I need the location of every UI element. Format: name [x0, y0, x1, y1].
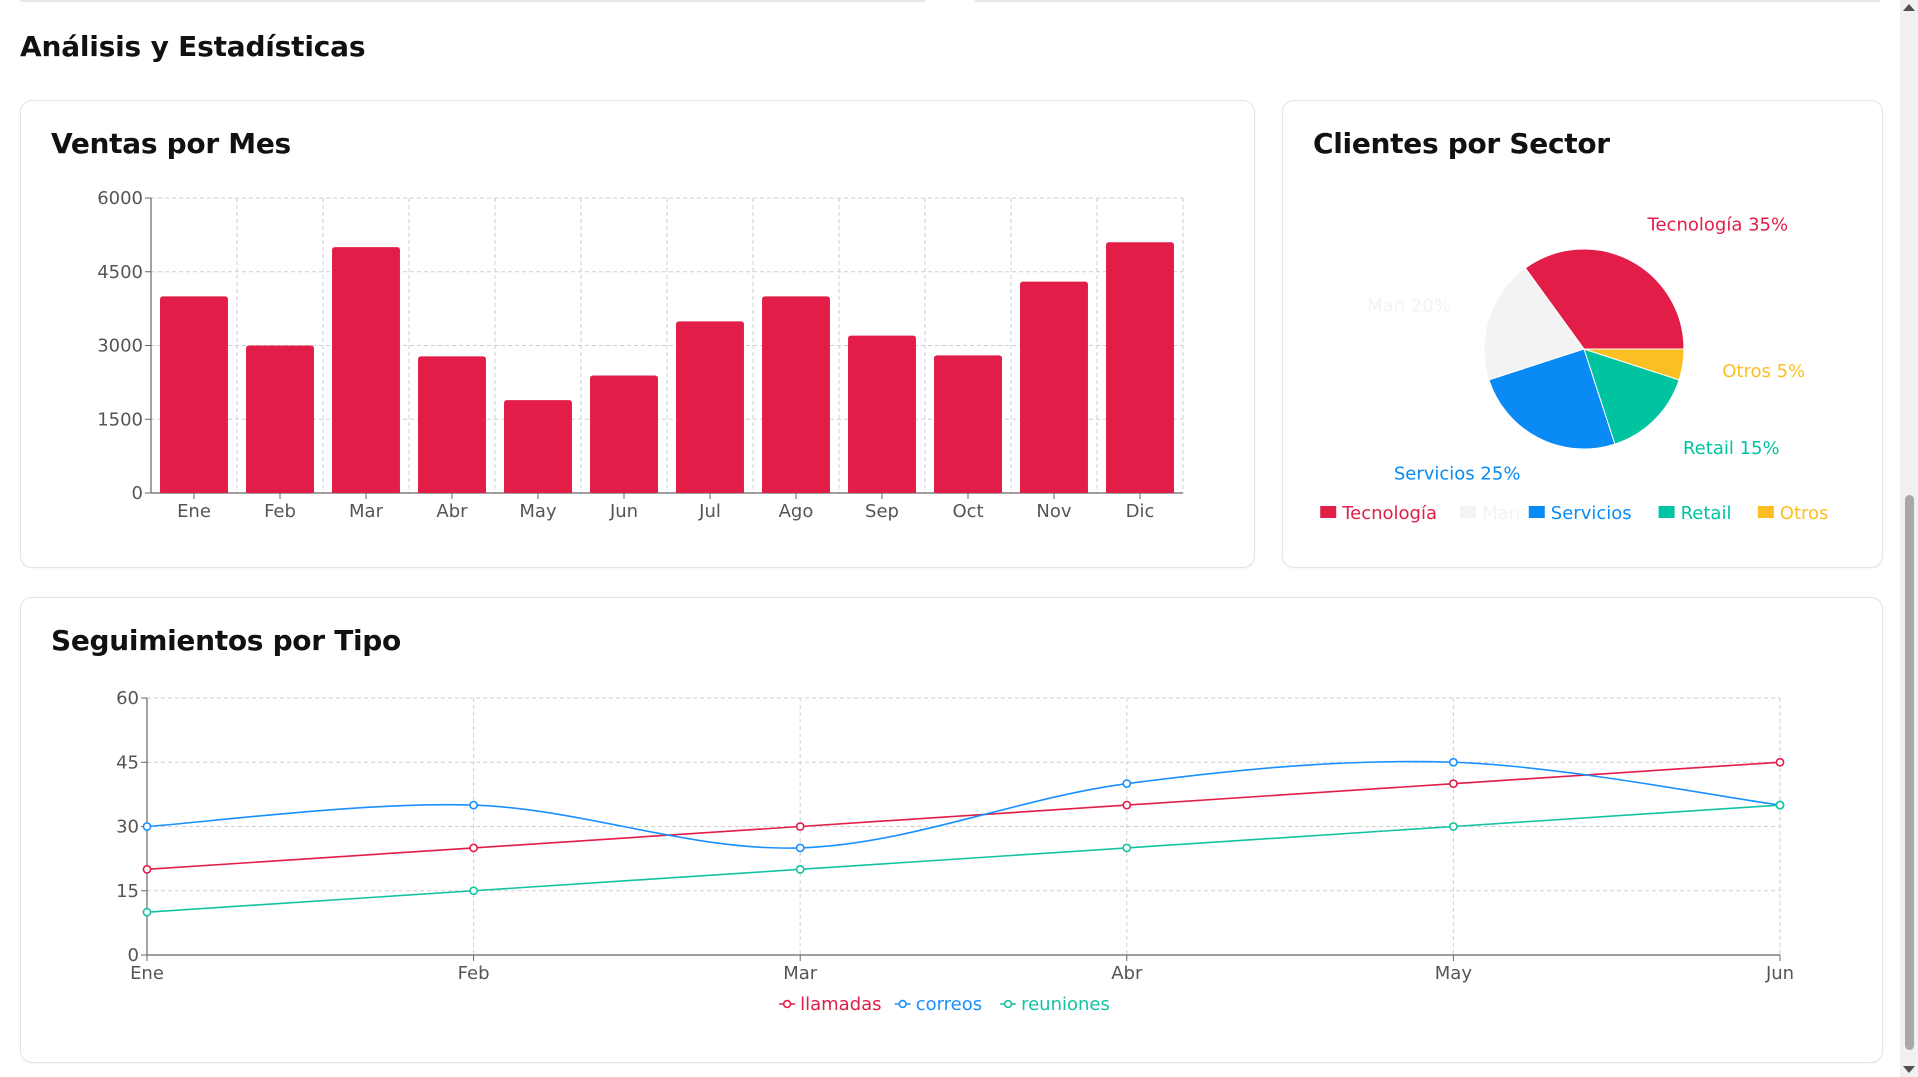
- x-tick-label: Ene: [177, 501, 211, 522]
- x-tick-label: Jun: [1765, 963, 1794, 984]
- y-tick-label: 30: [116, 817, 139, 838]
- series-point-reuniones: [1775, 800, 1785, 810]
- section-title: Análisis y Estadísticas: [20, 30, 366, 63]
- clients-chart-card: Clientes por Sector Tecnología 35% Man 20…: [1282, 100, 1883, 568]
- legend-swatch-man: [1460, 506, 1477, 518]
- y-tick-label: 3000: [97, 336, 143, 357]
- x-tick-label: Abr: [1111, 963, 1143, 984]
- clients-pie-chart: Tecnología 35% Man 20% Servicios 25% Retail…: [1320, 214, 1829, 524]
- legend-swatch-otros: [1757, 506, 1774, 518]
- series-point-reuniones: [142, 907, 152, 917]
- series-point-llamadas: [1775, 757, 1785, 767]
- x-tick-label: Oct: [952, 501, 983, 522]
- series-point-reuniones: [1122, 843, 1132, 853]
- x-tick-label: Mar: [349, 501, 384, 522]
- series-point-llamadas: [142, 864, 152, 874]
- previous-card-bottom-left: [20, 0, 925, 2]
- series-point-reuniones: [469, 886, 478, 896]
- legend-label-reuniones: reuniones: [1021, 994, 1110, 1015]
- bar-nov: [1020, 281, 1088, 493]
- legend-swatch-retail: [1658, 506, 1675, 518]
- legend-label-otros: Otros: [1780, 503, 1829, 524]
- bar-dic: [1106, 242, 1174, 493]
- legend-label-retail: Retail: [1681, 503, 1732, 524]
- vertical-scrollbar[interactable]: [1900, 0, 1918, 1077]
- followups-line-chart: 015304560Ene Feb Mar Abr May Junllamadas corre…: [116, 688, 1794, 1015]
- series-point-correos: [142, 822, 152, 831]
- sales-chart-card: Ventas por Mes 0 1500 3000 4500 6000 Ene Feb Ma…: [20, 100, 1255, 568]
- bar-oct: [934, 355, 1002, 493]
- x-tick-label: Jul: [698, 501, 721, 522]
- x-tick-label: Feb: [264, 501, 296, 522]
- scroll-up-arrow-icon[interactable]: [1903, 4, 1915, 11]
- series-point-correos: [1122, 779, 1132, 789]
- legend-label-tecnología: Tecnología: [1341, 503, 1437, 524]
- pie-label-otros: Otros 5%: [1722, 361, 1805, 382]
- series-point-correos: [1449, 757, 1458, 767]
- bar-jun: [590, 375, 658, 493]
- x-tick-label: Mar: [783, 963, 818, 984]
- series-line-reuniones: [146, 804, 1781, 913]
- series-point-llamadas: [1122, 800, 1132, 810]
- x-tick-label: Abr: [436, 501, 468, 522]
- legend-marker-correos: [898, 999, 907, 1009]
- series-point-llamadas: [795, 822, 805, 831]
- series-point-reuniones: [1449, 822, 1458, 831]
- previous-card-bottom-right: [975, 0, 1880, 2]
- y-tick-label: 45: [116, 752, 139, 773]
- y-tick-label: 60: [116, 688, 139, 709]
- series-line-llamadas: [146, 761, 1781, 871]
- bar-ene: [160, 296, 228, 493]
- legend-label-servicios: Servicios: [1551, 503, 1632, 524]
- series-point-llamadas: [1449, 779, 1458, 789]
- legend-label-correos: correos: [916, 994, 982, 1015]
- pie-label-tecnología: Tecnología 35%: [1647, 214, 1789, 235]
- x-tick-label: Sep: [865, 501, 899, 522]
- series-point-correos: [469, 800, 478, 810]
- bar-jul: [676, 321, 744, 493]
- legend-marker-reuniones: [1003, 999, 1013, 1009]
- followups-chart-card: Seguimientos por Tipo 0 15 30 45 60 Ene Feb Mar…: [20, 597, 1883, 1063]
- series-line-correos: [146, 760, 1781, 849]
- sales-bar-chart: 0 1500 3000 4500 6000 Ene Feb Mar Abr May Jun Jul Ag…: [97, 188, 1184, 522]
- bar-abr: [418, 356, 486, 493]
- y-tick-label: 0: [132, 483, 143, 504]
- y-tick-label: 15: [116, 881, 139, 902]
- series-point-correos: [795, 843, 805, 853]
- y-tick-label: 1500: [97, 409, 143, 430]
- series-point-llamadas: [469, 843, 478, 853]
- scrollbar-thumb[interactable]: [1905, 495, 1914, 1050]
- bar-may: [504, 400, 572, 493]
- x-tick-label: May: [1435, 963, 1473, 984]
- x-tick-label: Jun: [609, 501, 638, 522]
- legend-swatch-servicios: [1528, 506, 1545, 518]
- x-tick-label: Ago: [779, 501, 814, 522]
- legend-swatch-tecnología: [1320, 506, 1337, 518]
- x-tick-label: Ene: [130, 963, 164, 984]
- x-tick-label: Feb: [458, 963, 490, 984]
- pie-label-retail: Retail 15%: [1683, 438, 1780, 459]
- y-tick-label: 4500: [97, 262, 143, 283]
- bar-mar: [332, 247, 400, 493]
- bar-feb: [246, 345, 314, 493]
- bar-sep: [848, 335, 916, 493]
- series-point-reuniones: [795, 864, 805, 874]
- bar-ago: [762, 296, 830, 493]
- y-tick-label: 6000: [97, 188, 143, 209]
- legend-label-man: Man: [1482, 503, 1520, 524]
- x-tick-label: Dic: [1126, 501, 1155, 522]
- pie-label-servicios: Servicios 25%: [1394, 464, 1521, 485]
- x-tick-label: Nov: [1036, 501, 1071, 522]
- legend-marker-llamadas: [782, 999, 792, 1009]
- scroll-down-arrow-icon[interactable]: [1903, 1066, 1915, 1073]
- x-tick-label: May: [519, 501, 557, 522]
- legend-label-llamadas: llamadas: [800, 994, 881, 1015]
- pie-label-man: Man 20%: [1367, 296, 1451, 317]
